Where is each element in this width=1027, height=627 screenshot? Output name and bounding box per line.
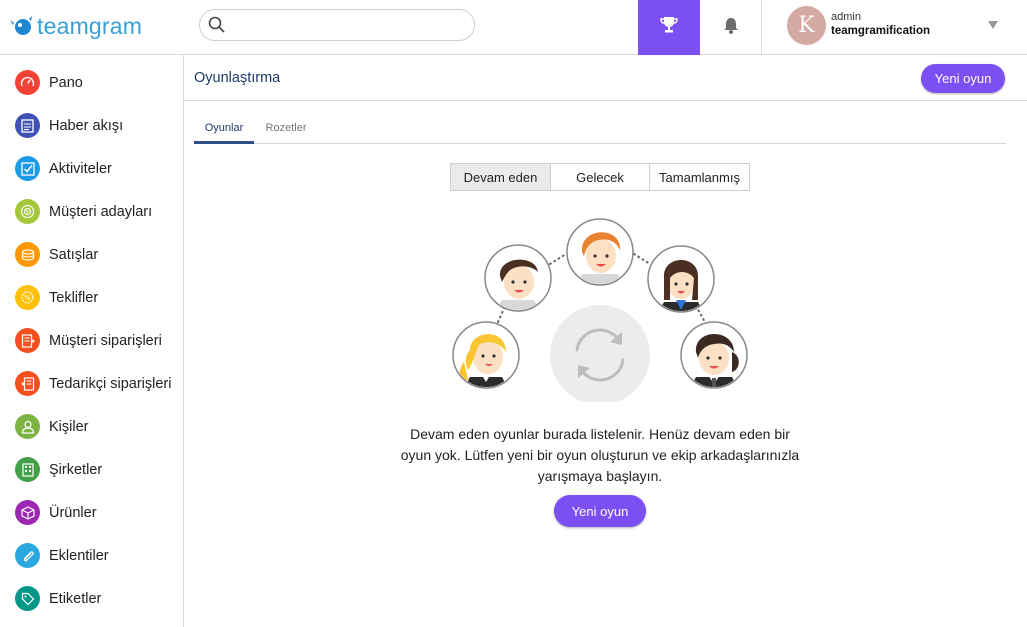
sidebar-item-haber-akisi[interactable]: Haber akışı — [0, 104, 183, 147]
products-box-icon — [15, 500, 40, 525]
newsfeed-icon — [15, 113, 40, 138]
tab-oyunlar[interactable]: Oyunlar — [194, 114, 254, 144]
user-name: teamgramification — [831, 25, 931, 37]
sidebar-item-aktiviteler[interactable]: Aktiviteler — [0, 147, 183, 190]
sidebar-item-label: Şirketler — [49, 461, 103, 478]
sidebar-item-tedarikci-siparisleri[interactable]: Tedarikçi siparişleri — [0, 362, 183, 405]
game-status-segmented-control: Devam eden Gelecek Tamamlanmış — [450, 163, 750, 191]
search-box[interactable] — [199, 9, 475, 41]
sidebar-item-label: Aktiviteler — [49, 160, 112, 177]
bell-icon — [723, 17, 739, 39]
tags-icon — [15, 586, 40, 611]
sidebar-item-label: Etiketler — [49, 590, 102, 607]
sidebar-item-kisiler[interactable]: Kişiler — [0, 405, 183, 448]
gamification-trophy-button[interactable] — [638, 0, 700, 55]
dashboard-gauge-icon — [15, 70, 40, 95]
tab-rozetler[interactable]: Rozetler — [262, 114, 310, 144]
sidebar-item-label: Teklifler — [49, 289, 99, 306]
segment-completed[interactable]: Tamamlanmış — [650, 164, 749, 190]
sidebar-item-label: Müşteri siparişleri — [49, 332, 162, 349]
sidebar-item-label: Kişiler — [49, 418, 89, 435]
sidebar-item-urunler[interactable]: Ürünler — [0, 491, 183, 534]
chevron-down-icon[interactable] — [988, 21, 998, 29]
sidebar: Pano Haber akışı Aktiviteler Müşteri ada… — [0, 55, 184, 627]
avatar: K — [787, 6, 826, 45]
sidebar-item-label: Ürünler — [49, 504, 97, 521]
activities-check-icon — [15, 156, 40, 181]
companies-building-icon — [15, 457, 40, 482]
sidebar-item-label: Eklentiler — [49, 547, 109, 564]
page-title: Oyunlaştırma — [194, 70, 281, 86]
sales-coins-icon — [15, 242, 40, 267]
top-bar: teamgram K admin teamgramification — [0, 0, 1027, 55]
sidebar-item-teklifler[interactable]: % Teklifler — [0, 276, 183, 319]
svg-text:%: % — [24, 294, 31, 302]
new-game-button[interactable]: Yeni oyun — [921, 64, 1005, 93]
sidebar-item-label: Pano — [49, 74, 83, 91]
supplier-orders-icon — [15, 371, 40, 396]
search-icon — [208, 16, 226, 34]
trophy-icon — [659, 16, 679, 39]
user-menu[interactable]: K admin teamgramification — [763, 0, 1027, 55]
sidebar-item-label: Tedarikçi siparişleri — [49, 375, 172, 392]
user-role: admin — [831, 11, 861, 23]
segment-ongoing[interactable]: Devam eden — [451, 164, 551, 190]
notifications-button[interactable] — [700, 0, 762, 55]
teamgram-logo[interactable]: teamgram — [10, 11, 142, 41]
new-game-center-button[interactable]: Yeni oyun — [554, 495, 646, 527]
customer-orders-icon — [15, 328, 40, 353]
sidebar-item-eklentiler[interactable]: Eklentiler — [0, 534, 183, 577]
leads-target-icon — [15, 199, 40, 224]
sidebar-item-musteri-adaylari[interactable]: Müşteri adayları — [0, 190, 183, 233]
page-header: Oyunlaştırma Yeni oyun — [184, 55, 1027, 101]
sidebar-item-satislar[interactable]: Satışlar — [0, 233, 183, 276]
sidebar-item-label: Müşteri adayları — [49, 203, 153, 220]
empty-state-message: Devam eden oyunlar burada listelenir. He… — [400, 426, 800, 484]
tab-bar: Oyunlar Rozetler — [194, 114, 1006, 144]
logo-text: teamgram — [37, 12, 143, 39]
segment-upcoming[interactable]: Gelecek — [551, 164, 650, 190]
quotes-badge-icon: % — [15, 285, 40, 310]
sidebar-item-label: Satışlar — [49, 246, 99, 263]
attachments-clip-icon — [15, 543, 40, 568]
sidebar-item-pano[interactable]: Pano — [0, 61, 183, 104]
sidebar-item-sirketler[interactable]: Şirketler — [0, 448, 183, 491]
sidebar-item-musteri-siparisleri[interactable]: Müşteri siparişleri — [0, 319, 183, 362]
sidebar-item-etiketler[interactable]: Etiketler — [0, 577, 183, 620]
contacts-person-icon — [15, 414, 40, 439]
logo-bird-icon — [10, 14, 34, 38]
search-input[interactable] — [230, 15, 465, 35]
empty-state-illustration — [440, 212, 760, 405]
sidebar-item-label: Haber akışı — [49, 117, 124, 134]
